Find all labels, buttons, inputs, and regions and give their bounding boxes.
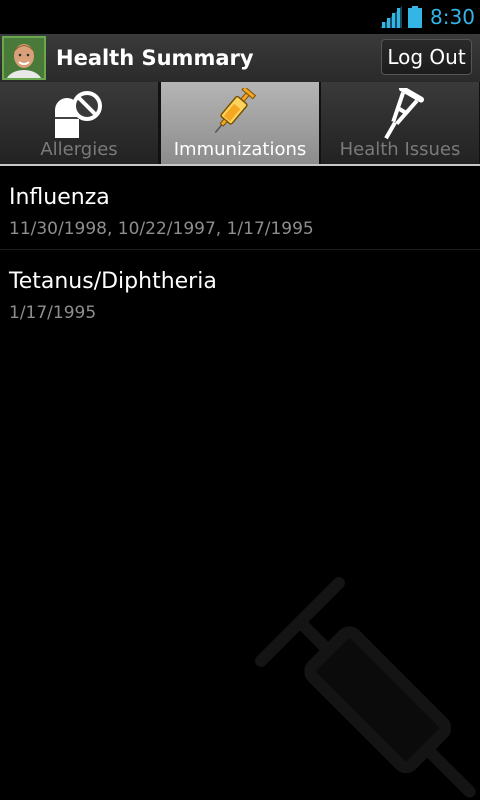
syringe-icon xyxy=(214,88,257,133)
immunization-dates: 1/17/1995 xyxy=(9,303,97,323)
list-item[interactable]: Influenza 11/30/1998, 10/22/1997, 1/17/1… xyxy=(0,166,480,250)
immunization-list: Influenza 11/30/1998, 10/22/1997, 1/17/1… xyxy=(0,166,480,334)
crutch-icon xyxy=(384,88,425,140)
action-bar: Health Summary Log Out xyxy=(0,34,480,83)
tab-label: Health Issues xyxy=(339,139,461,160)
profile-photo-icon xyxy=(4,38,44,78)
tab-bar: Allergies Immunizations Health Issues xyxy=(0,82,480,164)
tab-health-issues[interactable]: Health Issues xyxy=(321,82,480,164)
signal-icon xyxy=(380,6,402,28)
immunization-name: Influenza xyxy=(9,185,110,210)
immunization-dates: 11/30/1998, 10/22/1997, 1/17/1995 xyxy=(9,219,314,239)
status-bar: 8:30 xyxy=(0,0,480,34)
tab-label: Immunizations xyxy=(173,139,307,160)
tab-label: Allergies xyxy=(40,139,118,160)
pill-icon xyxy=(55,91,102,138)
immunization-name: Tetanus/Diphtheria xyxy=(9,269,217,294)
list-item[interactable]: Tetanus/Diphtheria 1/17/1995 xyxy=(0,250,480,334)
page-title: Health Summary xyxy=(56,46,254,70)
tab-allergies[interactable]: Allergies xyxy=(0,82,159,164)
syringe-watermark-icon xyxy=(255,577,476,798)
status-clock: 8:30 xyxy=(430,5,475,29)
screen: 8:30 Health Summary Log Out Allergies Im… xyxy=(0,0,480,800)
tab-immunizations[interactable]: Immunizations xyxy=(161,82,320,164)
avatar[interactable] xyxy=(2,36,46,80)
logout-button[interactable]: Log Out xyxy=(381,39,472,75)
battery-icon xyxy=(408,6,422,28)
